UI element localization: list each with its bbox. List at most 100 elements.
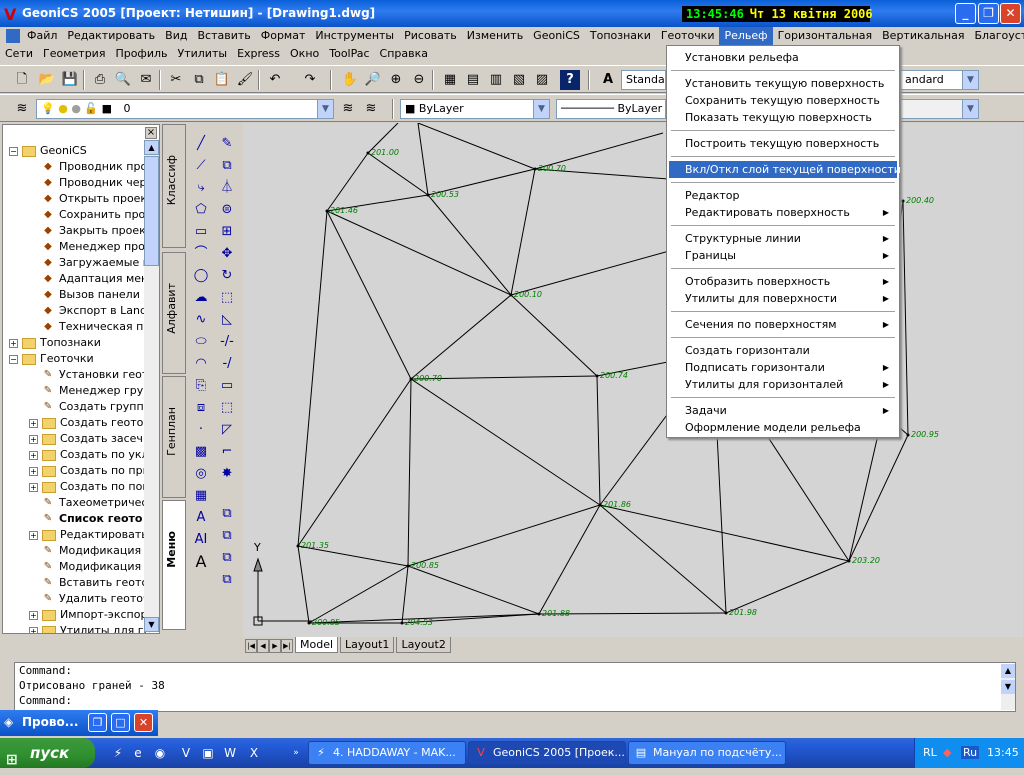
tree-item[interactable]: ◆ Техническая по <box>41 319 150 335</box>
scroll-up-icon[interactable]: ▲ <box>144 140 159 155</box>
zoom-realtime-icon[interactable]: 🔎 <box>363 70 383 90</box>
menu-item[interactable]: Справка <box>375 45 433 63</box>
match-properties-icon[interactable]: 🖌 <box>235 70 255 90</box>
tree-item[interactable]: ◆ Экспорт в Land <box>41 303 147 319</box>
first-tab-icon[interactable]: |◀ <box>245 639 257 653</box>
tree-node-geotochki[interactable]: − Геоточки <box>9 351 94 367</box>
fillet-icon[interactable]: ⌐ <box>216 442 238 462</box>
tree-item[interactable]: ◆ Вызов панели г <box>41 287 149 303</box>
tree-item[interactable]: ✎ Менеджер груп <box>41 383 151 399</box>
revision-cloud-icon[interactable]: ☁ <box>190 288 212 308</box>
last-tab-icon[interactable]: ▶| <box>281 639 293 653</box>
geopoint-marker[interactable] <box>537 612 541 616</box>
menu-item[interactable]: Геоточки <box>656 27 720 45</box>
make-block-icon[interactable]: ⧈ <box>190 398 212 418</box>
menu-item[interactable]: Окно <box>285 45 324 63</box>
region-icon[interactable]: ◎ <box>190 464 212 484</box>
chevron-down-icon[interactable]: ▼ <box>533 100 549 118</box>
print-icon[interactable]: ⎙ <box>90 70 110 90</box>
menu-item[interactable]: Рисовать <box>399 27 462 45</box>
polyline-icon[interactable]: ⤷ <box>190 178 212 198</box>
expand-icon[interactable]: + <box>29 482 38 492</box>
tree-item[interactable]: ◆ Загружаемые м <box>41 255 151 271</box>
tree-item[interactable]: + Создать засеч <box>29 431 143 447</box>
arc-icon[interactable]: ⌒ <box>190 244 212 264</box>
geopoint-marker[interactable] <box>901 199 905 203</box>
palette-tab[interactable]: Генплан <box>162 376 186 498</box>
relief-menu-item[interactable]: Оформление модели рельефа <box>669 419 897 436</box>
single-text-icon[interactable]: A <box>190 552 212 572</box>
menu-item[interactable]: Горизонтальная <box>773 27 878 45</box>
expand-icon[interactable]: + <box>29 466 38 476</box>
line-icon[interactable]: ╱ <box>190 134 212 154</box>
color-combo[interactable]: ■ ByLayer ▼ <box>400 99 550 119</box>
mtext-icon[interactable]: A <box>190 508 212 528</box>
tray-app-icon[interactable]: ◆ <box>943 746 951 759</box>
chevron-down-icon[interactable]: ▼ <box>962 71 978 89</box>
tree-item[interactable]: ✎ Удалить геоточ <box>41 591 150 607</box>
draw-order-icon[interactable]: ⧉ <box>216 504 238 524</box>
tree-item[interactable]: ✎ Модификация ч <box>41 559 151 575</box>
extend-icon[interactable]: -/ <box>216 354 238 374</box>
tree-item[interactable]: + Редактировать <box>29 527 148 543</box>
palette-tab[interactable]: Классиф <box>162 124 186 248</box>
trim-icon[interactable]: -/- <box>216 332 238 352</box>
rectangle-icon[interactable]: ▭ <box>190 222 212 242</box>
tree-item[interactable]: ✎ Список геото <box>41 511 143 527</box>
relief-menu-item[interactable]: Создать горизонтали <box>669 342 897 359</box>
palette-tab[interactable]: Алфавит <box>162 252 186 374</box>
tree-item[interactable]: ◆ Адаптация мен <box>41 271 148 287</box>
relief-menu-item[interactable]: Задачи ▶ <box>669 402 897 419</box>
layer-manager-icon[interactable]: ≋ <box>12 99 32 119</box>
close-button[interactable]: ✕ <box>1000 3 1021 24</box>
tree-item[interactable]: ✎ Тахеометричес <box>41 495 148 511</box>
tree-item[interactable]: ◆ Закрыть проект <box>41 223 152 239</box>
word-icon[interactable]: W <box>222 745 238 761</box>
properties-icon[interactable]: ▦ <box>440 70 460 90</box>
menu-item[interactable]: ToolPac <box>324 45 374 63</box>
expand-icon[interactable]: + <box>29 418 38 428</box>
move-icon[interactable]: ✥ <box>216 244 238 264</box>
menu-item[interactable]: Топознаки <box>585 27 656 45</box>
tree-node-topoznaki[interactable]: + Топознаки <box>9 335 101 351</box>
calculator-icon[interactable]: ▧ <box>509 70 529 90</box>
expand-icon[interactable]: + <box>29 530 38 540</box>
command-scrollbar[interactable]: ▲ ▼ <box>1001 664 1015 710</box>
geopoint-marker[interactable] <box>325 209 329 213</box>
command-line[interactable]: Command: Отрисовано граней - 38 Command: <box>14 662 1016 712</box>
explode-icon[interactable]: ✸ <box>216 464 238 484</box>
relief-menu-item[interactable]: Сечения по поверхностям ▶ <box>669 316 897 333</box>
tree-item[interactable]: + Утилиты для ге <box>29 623 150 633</box>
spline-icon[interactable]: ∿ <box>190 310 212 330</box>
scroll-down-icon[interactable]: ▼ <box>144 617 159 632</box>
geopoint-marker[interactable] <box>296 544 300 548</box>
paste-icon[interactable]: 📋 <box>212 70 232 90</box>
text-style-combo[interactable]: Standar <box>621 70 666 90</box>
relief-menu-item[interactable]: Отобразить поверхность ▶ <box>669 273 897 290</box>
lineweight-combo[interactable]: ▼ <box>900 99 979 119</box>
save-icon[interactable]: 💾 <box>60 70 80 90</box>
chevron-down-icon[interactable]: ▼ <box>317 100 333 118</box>
chevron-right-icon[interactable]: » <box>288 745 304 761</box>
pan-icon[interactable]: ✋ <box>340 70 360 90</box>
relief-menu-item[interactable]: Построить текущую поверхность <box>669 135 897 152</box>
tin-surface[interactable]: 201.00 200.53 200.70 201.46 200.10 200.70 200.… <box>243 123 1023 637</box>
geopoint-marker[interactable] <box>533 167 537 171</box>
restore-button[interactable]: ❐ <box>88 713 107 732</box>
open-file-icon[interactable]: 📂 <box>37 70 57 90</box>
explorer-floating-window[interactable]: ◈ Прово... ❐ □ ✕ <box>0 710 158 736</box>
zoom-previous-icon[interactable]: ⊖ <box>409 70 429 90</box>
geopoint-marker[interactable] <box>400 621 404 625</box>
relief-menu-item[interactable]: Показать текущую поверхность <box>669 109 897 126</box>
keyboard-lang[interactable]: Ru <box>961 746 980 759</box>
chevron-down-icon[interactable]: ▼ <box>962 100 978 118</box>
tree-item[interactable]: + Создать по при <box>29 463 150 479</box>
menu-item[interactable]: Редактировать <box>62 27 160 45</box>
draw-order-back-icon[interactable]: ⧉ <box>216 570 238 590</box>
relief-menu-item[interactable]: Границы ▶ <box>669 247 897 264</box>
layout-tab[interactable]: Model <box>295 637 339 653</box>
excel-icon[interactable]: X <box>246 745 262 761</box>
layer-combo[interactable]: 💡 ● ● 🔓 ■ 0 ▼ <box>36 99 334 119</box>
next-tab-icon[interactable]: ▶ <box>269 639 281 653</box>
erase-icon[interactable]: ✎ <box>216 134 238 154</box>
